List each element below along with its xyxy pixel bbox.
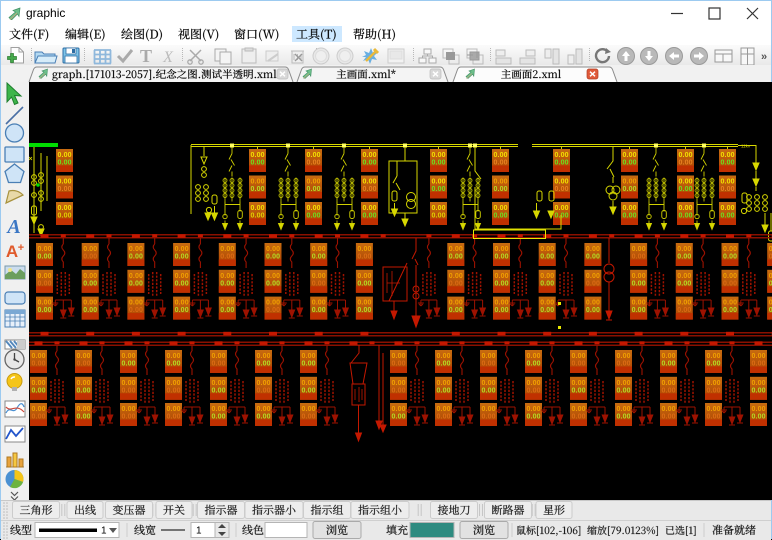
svg-text:1: 1 bbox=[196, 526, 202, 537]
svg-text:1: 1 bbox=[101, 526, 107, 537]
svg-text:+: + bbox=[18, 242, 24, 254]
svg-text:A: A bbox=[6, 242, 18, 261]
svg-text:11kv: 11kv bbox=[741, 144, 751, 149]
svg-text:»: » bbox=[761, 51, 767, 63]
svg-text:T: T bbox=[140, 46, 152, 65]
svg-text:X: X bbox=[162, 49, 174, 65]
svg-text:A: A bbox=[5, 216, 20, 238]
